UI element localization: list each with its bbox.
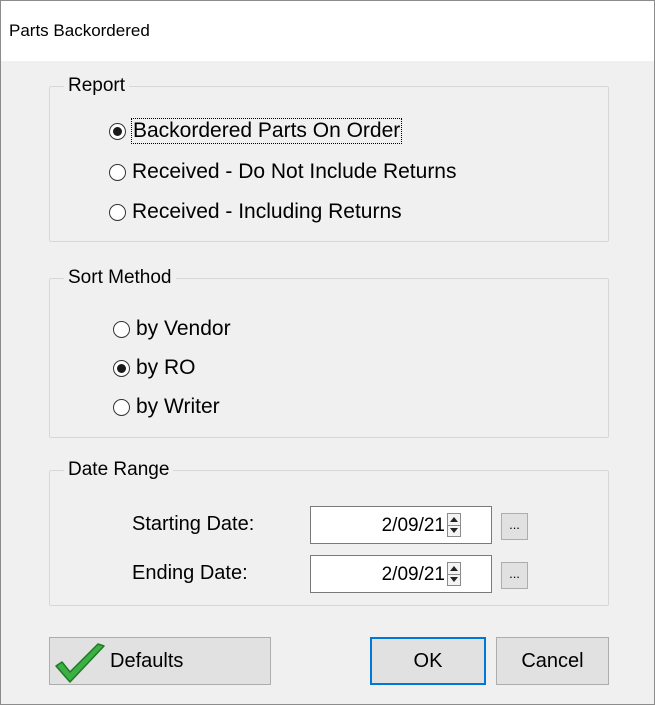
radio-unselected-icon xyxy=(109,163,126,181)
radio-selected-icon xyxy=(109,122,126,140)
sort-option-by-ro[interactable]: by RO xyxy=(113,356,196,380)
starting-date-label: Starting Date: xyxy=(132,513,255,535)
report-option-received-no-returns[interactable]: Received - Do Not Include Returns xyxy=(109,160,457,184)
defaults-button-label: Defaults xyxy=(110,649,184,672)
report-legend: Report xyxy=(68,75,126,96)
sort-option-label: by Vendor xyxy=(136,317,231,340)
spin-down-icon xyxy=(450,577,458,582)
report-option-label: Backordered Parts On Order xyxy=(130,118,403,144)
starting-date-value: 2/09/21 xyxy=(381,515,445,536)
radio-unselected-icon xyxy=(109,203,126,221)
report-option-label: Received - Do Not Include Returns xyxy=(132,160,457,183)
radio-unselected-icon xyxy=(113,320,130,338)
dialog-window: Parts Backordered Report Backordered Par… xyxy=(0,0,655,705)
report-option-label: Received - Including Returns xyxy=(132,200,402,223)
sort-option-label: by Writer xyxy=(136,395,220,418)
spin-up-icon xyxy=(450,517,458,522)
spin-down-icon xyxy=(450,528,458,533)
sort-option-by-writer[interactable]: by Writer xyxy=(113,395,220,419)
ending-date-browse-button[interactable]: ... xyxy=(501,562,528,589)
sort-option-label: by RO xyxy=(136,356,196,379)
cancel-button[interactable]: Cancel xyxy=(496,637,609,685)
starting-date-field[interactable]: 2/09/21 xyxy=(310,506,492,544)
cancel-button-label: Cancel xyxy=(521,649,584,672)
ending-date-field[interactable]: 2/09/21 xyxy=(310,555,492,593)
defaults-button[interactable]: Defaults xyxy=(49,637,271,685)
ok-button-label: OK xyxy=(413,649,443,672)
report-option-backordered[interactable]: Backordered Parts On Order xyxy=(109,118,403,144)
starting-date-browse-button[interactable]: ... xyxy=(501,513,528,540)
ok-button[interactable]: OK xyxy=(370,637,486,685)
sort-method-legend: Sort Method xyxy=(68,267,172,288)
ending-date-label: Ending Date: xyxy=(132,562,248,584)
radio-unselected-icon xyxy=(113,398,130,416)
radio-selected-icon xyxy=(113,359,130,377)
window-title: Parts Backordered xyxy=(9,21,150,40)
ending-date-spinner[interactable] xyxy=(447,562,461,586)
ending-date-value: 2/09/21 xyxy=(381,564,445,585)
checkmark-icon xyxy=(55,643,105,683)
spin-up-icon xyxy=(450,566,458,571)
date-range-legend: Date Range xyxy=(68,459,170,480)
report-option-received-with-returns[interactable]: Received - Including Returns xyxy=(109,200,402,224)
title-bar: Parts Backordered xyxy=(1,1,654,61)
sort-option-by-vendor[interactable]: by Vendor xyxy=(113,317,231,341)
starting-date-spinner[interactable] xyxy=(447,513,461,537)
